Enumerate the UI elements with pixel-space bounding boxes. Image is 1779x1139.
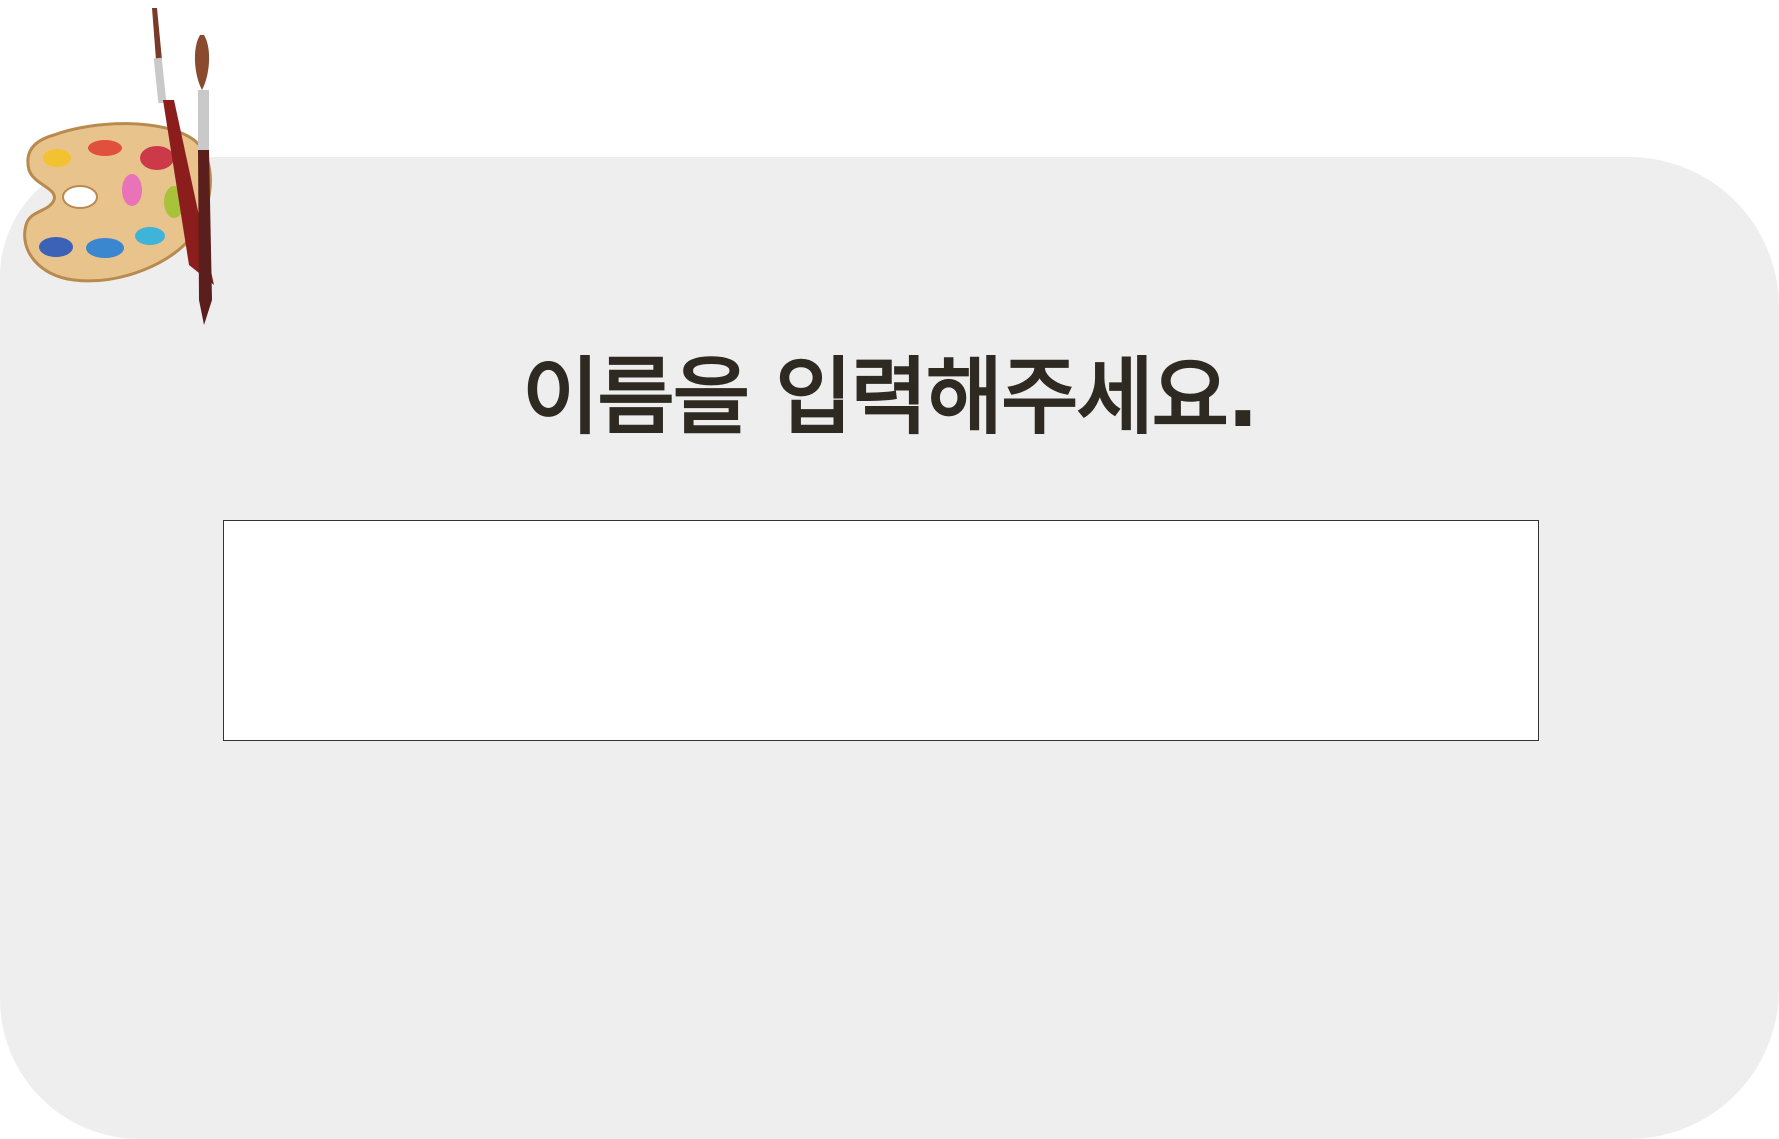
- paint-blue: [86, 238, 124, 258]
- page-title: 이름을 입력해주세요.: [522, 348, 1259, 446]
- paint-palette-icon: [23, 8, 214, 325]
- palette-thumb-hole: [62, 185, 98, 209]
- name-input[interactable]: [223, 520, 1539, 741]
- paint-yellow: [43, 149, 71, 167]
- name-entry-screen: 이름을 입력해주세요.: [0, 0, 1779, 1139]
- paint-crimson: [140, 146, 174, 170]
- paint-pink: [122, 174, 142, 206]
- paint-cyan: [135, 227, 165, 245]
- paint-red: [88, 140, 122, 156]
- paint-navy: [39, 237, 73, 257]
